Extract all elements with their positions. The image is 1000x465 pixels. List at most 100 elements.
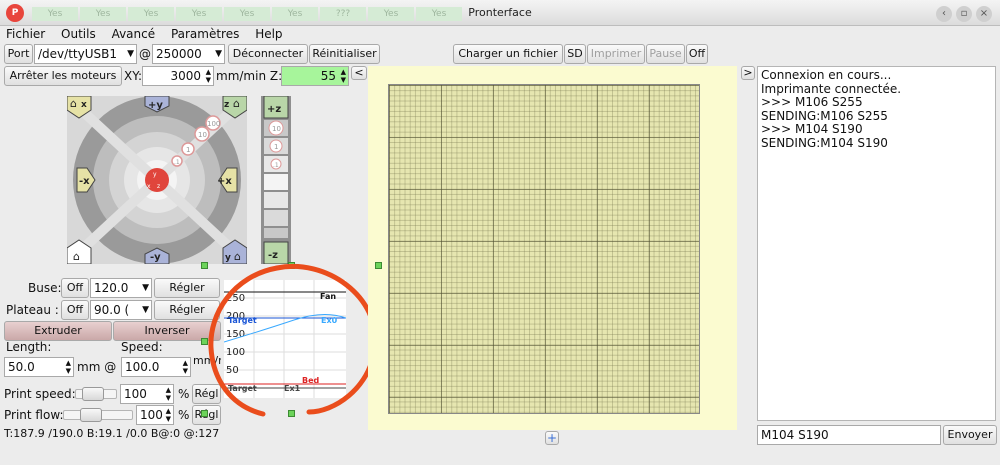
menu-parametres[interactable]: Paramètres	[165, 26, 245, 41]
minimize-icon[interactable]: ‹	[936, 6, 952, 22]
z-neg-step-10-button[interactable]	[264, 210, 288, 226]
bed-label: Plateau :	[6, 303, 59, 317]
console-line: SENDING:M106 S255	[761, 108, 888, 123]
spin-icon[interactable]: ▲ ▼	[183, 359, 188, 375]
nozzle-temp-select[interactable]: 120.0 ▼	[90, 278, 152, 298]
bed-temp-value: 90.0 (	[94, 303, 130, 317]
close-icon[interactable]: ×	[976, 6, 992, 22]
port-select[interactable]: /dev/ttyUSB1 ▼	[34, 44, 137, 64]
collapse-button[interactable]: <	[351, 66, 367, 80]
spin-icon[interactable]: ▲ ▼	[166, 407, 171, 423]
spin-icon[interactable]: ▲ ▼	[66, 359, 71, 375]
step-10-label: 10	[198, 131, 207, 139]
add-object-button[interactable]: +	[545, 431, 559, 445]
print-flow-value: 100	[140, 408, 163, 422]
z-neg-step-100-button[interactable]	[264, 228, 288, 238]
print-speed-value: 100	[124, 387, 147, 401]
z-neg-step-1-button[interactable]	[264, 192, 288, 208]
length-value: 50.0	[8, 360, 35, 374]
step-01-label: .1	[174, 159, 180, 166]
bed-off-button[interactable]: Off	[61, 300, 89, 320]
reset-button[interactable]: Réinitialiser	[309, 44, 380, 64]
menu-help[interactable]: Help	[249, 26, 288, 41]
mm-at-label: mm @	[77, 360, 117, 374]
slider-thumb[interactable]	[82, 387, 104, 401]
status-line: T:187.9 /190.0 B:19.1 /0.0 B@:0 @:127	[4, 427, 220, 440]
restore-icon[interactable]: ▫	[956, 6, 972, 22]
z-step-01-label: .1	[273, 162, 279, 169]
z-speed-input[interactable]: 55 ▲ ▼	[281, 66, 349, 86]
annotation-arc	[274, 264, 378, 415]
print-button[interactable]: Imprimer	[587, 44, 645, 64]
extrude-button[interactable]: Extruder	[4, 321, 112, 341]
annotation-arc	[208, 265, 280, 417]
center-z-glyph: z	[157, 183, 160, 190]
console-log[interactable]: Connexion en cours... Imprimante connect…	[757, 66, 996, 421]
chevron-down-icon: ▼	[127, 49, 134, 59]
speed-label: Speed:	[121, 340, 163, 354]
xy-unit-label: mm/min Z:	[216, 69, 283, 83]
off-button[interactable]: Off	[686, 44, 708, 64]
nozzle-off-button[interactable]: Off	[61, 278, 89, 298]
extrude-speed-input[interactable]: 100.0 ▲ ▼	[121, 357, 191, 377]
print-speed-slider[interactable]	[75, 387, 117, 401]
spin-icon[interactable]: ▲ ▼	[166, 386, 171, 402]
window-controls: ‹ ▫ ×	[932, 5, 992, 22]
nozzle-temp-value: 120.0	[94, 281, 129, 295]
xy-jog-control[interactable]: y x z +y -y -x +x ⌂ x z ⌂ ⌂ y ⌂ 100 10 1…	[67, 96, 247, 264]
z-jog-control[interactable]: +z 10 1 .1 -z	[261, 96, 291, 264]
disconnect-button[interactable]: Déconnecter	[228, 44, 308, 64]
menu-outils[interactable]: Outils	[55, 26, 102, 41]
plater-panel	[368, 66, 737, 430]
xy-speed-input[interactable]: 3000 ▲ ▼	[142, 66, 214, 86]
length-label: Length:	[6, 340, 52, 354]
nozzle-label: Buse:	[28, 281, 62, 295]
xy-label: XY:	[124, 69, 142, 83]
z-plus-label: +z	[267, 104, 281, 115]
send-button[interactable]: Envoyer	[943, 425, 997, 445]
print-speed-input[interactable]: 100 ▲ ▼	[120, 384, 174, 404]
baud-value: 250000	[156, 47, 202, 61]
pause-button[interactable]: Pause	[646, 44, 685, 64]
home-z-label: z	[224, 100, 229, 110]
home-icon: ⌂	[70, 97, 77, 110]
resize-handle[interactable]	[375, 262, 382, 269]
console-line: Imprimante connectée.	[761, 81, 902, 96]
xy-speed-value: 3000	[170, 69, 201, 83]
at-label: @	[139, 47, 151, 61]
print-flow-slider[interactable]	[63, 408, 133, 422]
print-flow-label: Print flow:	[4, 408, 64, 422]
home-icon: ⌂	[73, 250, 80, 263]
load-file-button[interactable]: Charger un fichier	[453, 44, 563, 64]
x-minus-label: -x	[79, 176, 90, 187]
extrude-speed-value: 100.0	[125, 360, 160, 374]
menu-bar: Fichier Outils Avancé Paramètres Help	[0, 26, 1000, 44]
print-flow-input[interactable]: 100 ▲ ▼	[136, 405, 174, 425]
sd-button[interactable]: SD	[564, 44, 586, 64]
command-input[interactable]: M104 S190	[757, 425, 941, 445]
y-minus-label: -y	[150, 252, 161, 263]
y-plus-label: +y	[148, 100, 163, 111]
console-line: Connexion en cours...	[761, 68, 892, 82]
print-bed-grid[interactable]	[388, 84, 700, 414]
x-plus-label: +x	[217, 176, 232, 187]
length-input[interactable]: 50.0 ▲ ▼	[4, 357, 74, 377]
menu-avance[interactable]: Avancé	[106, 26, 162, 41]
home-x-label: x	[81, 100, 87, 110]
spin-icon[interactable]: ▲ ▼	[341, 68, 346, 84]
bed-temp-select[interactable]: 90.0 ( ▼	[90, 300, 152, 320]
stop-motors-button[interactable]: Arrêter les moteurs	[4, 66, 122, 86]
port-button[interactable]: Port	[4, 44, 33, 64]
console-line: SENDING:M104 S190	[761, 135, 888, 150]
spin-icon[interactable]: ▲ ▼	[206, 68, 211, 84]
z-step-1-label: 1	[274, 143, 278, 151]
slider-thumb[interactable]	[80, 408, 102, 422]
expand-button[interactable]: >	[741, 66, 755, 80]
print-speed-label: Print speed:	[4, 387, 76, 401]
z-step-10-label: 10	[272, 125, 281, 133]
command-value: M104 S190	[761, 428, 829, 442]
chevron-down-icon: ▼	[215, 49, 222, 59]
z-neg-step-01-button[interactable]	[264, 174, 288, 190]
baud-select[interactable]: 250000 ▼	[152, 44, 225, 64]
menu-fichier[interactable]: Fichier	[0, 26, 51, 41]
